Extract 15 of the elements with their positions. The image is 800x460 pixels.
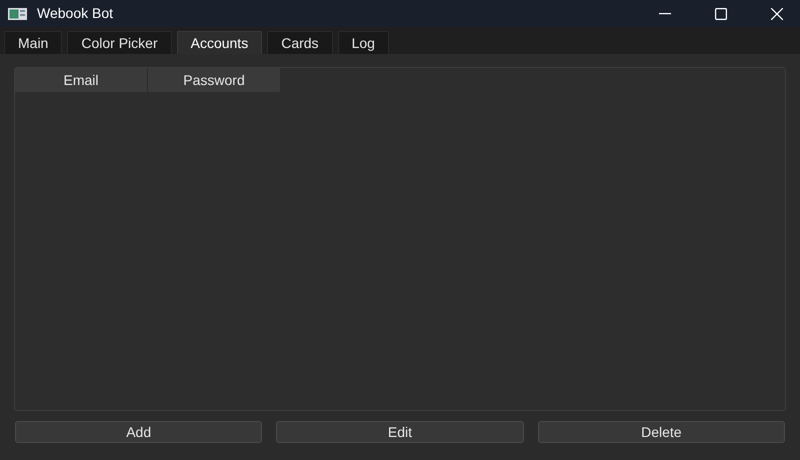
tab[interactable]: Main <box>4 31 62 54</box>
close-icon <box>771 8 783 20</box>
maximize-icon <box>715 8 727 20</box>
minimize-icon <box>659 12 671 14</box>
action-button[interactable]: Edit <box>276 421 524 443</box>
tab[interactable]: Accounts <box>176 31 262 54</box>
tab[interactable]: Color Picker <box>67 31 172 54</box>
tab[interactable]: Cards <box>267 31 333 54</box>
tab[interactable]: Log <box>338 31 389 54</box>
app-icon <box>8 8 27 20</box>
window-title: Webook Bot <box>37 4 114 23</box>
action-button[interactable]: Add <box>15 421 262 443</box>
column-header[interactable]: Password <box>148 68 281 92</box>
column-header[interactable]: Email <box>15 68 148 92</box>
action-button[interactable]: Delete <box>538 421 785 443</box>
